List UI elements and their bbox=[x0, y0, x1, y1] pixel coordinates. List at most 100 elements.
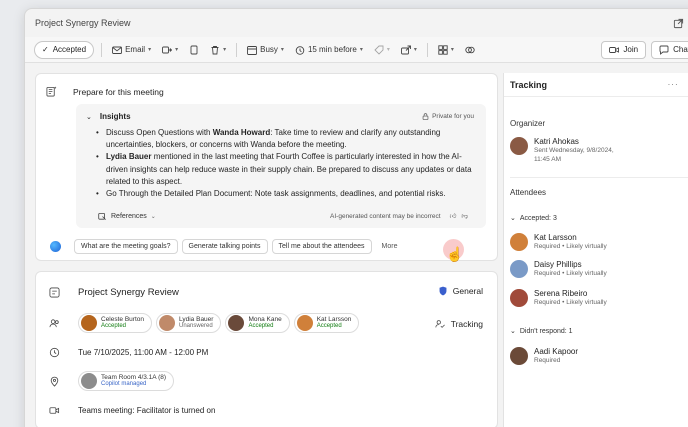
references-icon bbox=[98, 212, 106, 220]
attendee-chip[interactable]: Mona Kane Accepted bbox=[225, 313, 290, 333]
tag-icon bbox=[374, 45, 384, 55]
chevron-down-icon: ▾ bbox=[280, 47, 284, 53]
tracking-button[interactable]: Tracking bbox=[435, 319, 483, 329]
teams-row: Teams meeting: Facilitator is turned on bbox=[46, 402, 215, 418]
reminder-dropdown[interactable]: 15 min before ▾ bbox=[292, 41, 366, 59]
video-icon bbox=[609, 46, 620, 53]
avatar bbox=[81, 315, 97, 331]
tracking-title: Tracking bbox=[510, 79, 548, 90]
more-chip[interactable]: More bbox=[376, 239, 404, 254]
divider bbox=[236, 42, 238, 57]
chevron-down-icon: ⌄ bbox=[150, 214, 156, 220]
chevron-down-icon: ▾ bbox=[413, 47, 417, 53]
email-button[interactable]: Email ▾ bbox=[109, 41, 154, 59]
private-badge: Private for you bbox=[422, 113, 474, 120]
attendee-row[interactable]: Serena Ribeiro Required • Likely virtuall… bbox=[510, 289, 607, 308]
chat-icon bbox=[659, 45, 669, 55]
divider bbox=[510, 177, 688, 178]
email-label: Email bbox=[125, 45, 146, 54]
meeting-window: Project Synergy Review ✓ Accepted Email … bbox=[24, 8, 688, 427]
references-label: References bbox=[111, 213, 147, 220]
chevron-down-icon: ▾ bbox=[359, 47, 363, 53]
avatar bbox=[510, 137, 528, 155]
chevron-down-icon: ▾ bbox=[450, 47, 454, 53]
attendee-row[interactable]: Kat Larsson Required • Likely virtually bbox=[510, 233, 607, 252]
delete-button[interactable]: ▾ bbox=[207, 41, 229, 59]
meeting-details-card: Project Synergy Review General Celeste B… bbox=[35, 271, 498, 427]
avatar bbox=[510, 260, 528, 278]
meeting-title[interactable]: Project Synergy Review bbox=[78, 287, 179, 298]
avatar bbox=[510, 347, 528, 365]
people-check-icon bbox=[435, 320, 445, 328]
list-item: Discuss Open Questions with Wanda Howard… bbox=[96, 127, 476, 151]
forward-icon bbox=[162, 46, 173, 53]
hand-cursor-icon: ☝ bbox=[446, 246, 464, 262]
attendees-label: Attendees bbox=[510, 188, 547, 197]
busy-label: Busy bbox=[260, 45, 278, 54]
video-icon bbox=[46, 402, 62, 418]
attendee-chip[interactable]: Lydia Bauer Unanswered bbox=[156, 313, 222, 333]
attendee-chip[interactable]: Celeste Burton Accepted bbox=[78, 313, 152, 333]
insights-list: Discuss Open Questions with Wanda Howard… bbox=[96, 127, 476, 200]
ai-disclaimer: AI-generated content may be incorrect 👍︎… bbox=[330, 212, 468, 221]
references-button[interactable]: References ⌄ bbox=[98, 212, 156, 221]
alarm-icon bbox=[295, 45, 305, 55]
chevron-down-icon: ▾ bbox=[386, 47, 390, 53]
list-item: Lydia Bauer mentioned in the last meetin… bbox=[96, 151, 476, 188]
loop-icon bbox=[465, 46, 475, 53]
suggestion-chip[interactable]: What are the meeting goals? bbox=[74, 239, 178, 254]
insights-heading: Insights bbox=[99, 112, 131, 121]
copy-icon bbox=[190, 45, 198, 54]
suggestion-chip[interactable]: Tell me about the attendees bbox=[271, 239, 372, 254]
thumbs-down-icon[interactable]: 👎︎ bbox=[461, 212, 468, 220]
suggestion-chip[interactable]: Generate talking points bbox=[181, 239, 268, 254]
main-content: Prepare for this meeting ⌄ Insights Priv… bbox=[35, 73, 498, 427]
mail-icon bbox=[112, 46, 123, 54]
check-icon: ✓ bbox=[42, 45, 49, 54]
more-options-icon[interactable]: ··· bbox=[668, 80, 679, 89]
people-icon bbox=[46, 315, 62, 331]
avatar bbox=[510, 233, 528, 251]
attendee-row[interactable]: Daisy Phillips Required • Likely virtuall… bbox=[510, 260, 607, 279]
chat-button[interactable]: Chat bbox=[651, 40, 688, 59]
attendee-row[interactable]: Aadi Kapoor Required bbox=[510, 347, 578, 366]
ai-disclaimer-text: AI-generated content may be incorrect bbox=[330, 212, 441, 220]
chevron-down-icon: ⌄ bbox=[86, 113, 92, 121]
copy-button[interactable] bbox=[186, 41, 202, 59]
popout-icon[interactable] bbox=[671, 16, 685, 30]
avatar bbox=[510, 289, 528, 307]
join-button[interactable]: Join bbox=[601, 40, 647, 59]
attendee-chip[interactable]: Kat Larsson Accepted bbox=[293, 313, 360, 333]
title-row: Project Synergy Review bbox=[46, 284, 179, 300]
apps-button[interactable]: ▾ bbox=[435, 41, 457, 59]
busy-dropdown[interactable]: Busy ▾ bbox=[244, 41, 287, 59]
organizer-row[interactable]: Katri Ahokas Sent Wednesday, 9/8/2024, 1… bbox=[510, 137, 614, 164]
accepted-group-label: Accepted: 3 bbox=[519, 214, 557, 222]
accepted-group-toggle[interactable]: ⌄ Accepted: 3 bbox=[510, 214, 557, 223]
accepted-response-button[interactable]: ✓ Accepted bbox=[34, 40, 95, 59]
insights-toggle[interactable]: ⌄ Insights bbox=[86, 112, 131, 121]
loop-button[interactable] bbox=[462, 41, 478, 59]
share-icon bbox=[400, 45, 411, 54]
join-label: Join bbox=[623, 45, 639, 54]
copilot-icon bbox=[50, 241, 61, 252]
share-button[interactable]: ▾ bbox=[398, 41, 420, 59]
channel-badge[interactable]: General bbox=[439, 286, 483, 296]
thumbs-up-icon[interactable]: 👍︎ bbox=[450, 212, 457, 220]
meeting-datetime[interactable]: Tue 7/10/2025, 11:00 AM - 12:00 PM bbox=[78, 348, 208, 357]
tracking-header: Tracking ··· ✕ bbox=[504, 73, 688, 97]
chevron-down-icon: ⌄ bbox=[510, 328, 516, 335]
accepted-label: Accepted bbox=[52, 45, 87, 54]
suggestion-chips: What are the meeting goals? Generate tal… bbox=[74, 239, 403, 254]
lock-icon bbox=[422, 113, 429, 120]
organizer-label: Organizer bbox=[510, 119, 546, 128]
insights-panel: ⌄ Insights Private for you Discuss Open … bbox=[76, 104, 486, 228]
category-button[interactable]: ▾ bbox=[371, 41, 393, 59]
forward-button[interactable]: ▾ bbox=[159, 41, 181, 59]
location-row: Team Room 4/3.1A (8) Copilot managed bbox=[46, 371, 178, 391]
room-chip[interactable]: Team Room 4/3.1A (8) Copilot managed bbox=[78, 371, 175, 391]
title-bar: Project Synergy Review bbox=[25, 9, 688, 37]
no-response-group-toggle[interactable]: ⌄ Didn't respond: 1 bbox=[510, 327, 573, 336]
chevron-down-icon: ⌄ bbox=[510, 215, 516, 222]
calendar-icon bbox=[247, 45, 258, 55]
